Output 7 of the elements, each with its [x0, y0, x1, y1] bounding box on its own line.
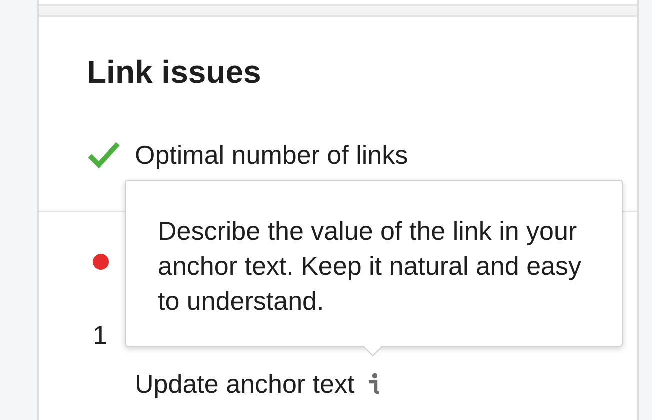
section-heading: Link issues — [87, 53, 262, 91]
checkmark-icon — [87, 141, 121, 169]
issue-count: 1 — [93, 320, 108, 350]
info-icon — [366, 373, 381, 395]
tooltip-text: Describe the value of the link in your anchor text. Keep it natural and easy to understand. — [158, 215, 582, 318]
check-label: Optimal number of links — [135, 139, 408, 172]
action-text: Update anchor text — [135, 369, 355, 399]
